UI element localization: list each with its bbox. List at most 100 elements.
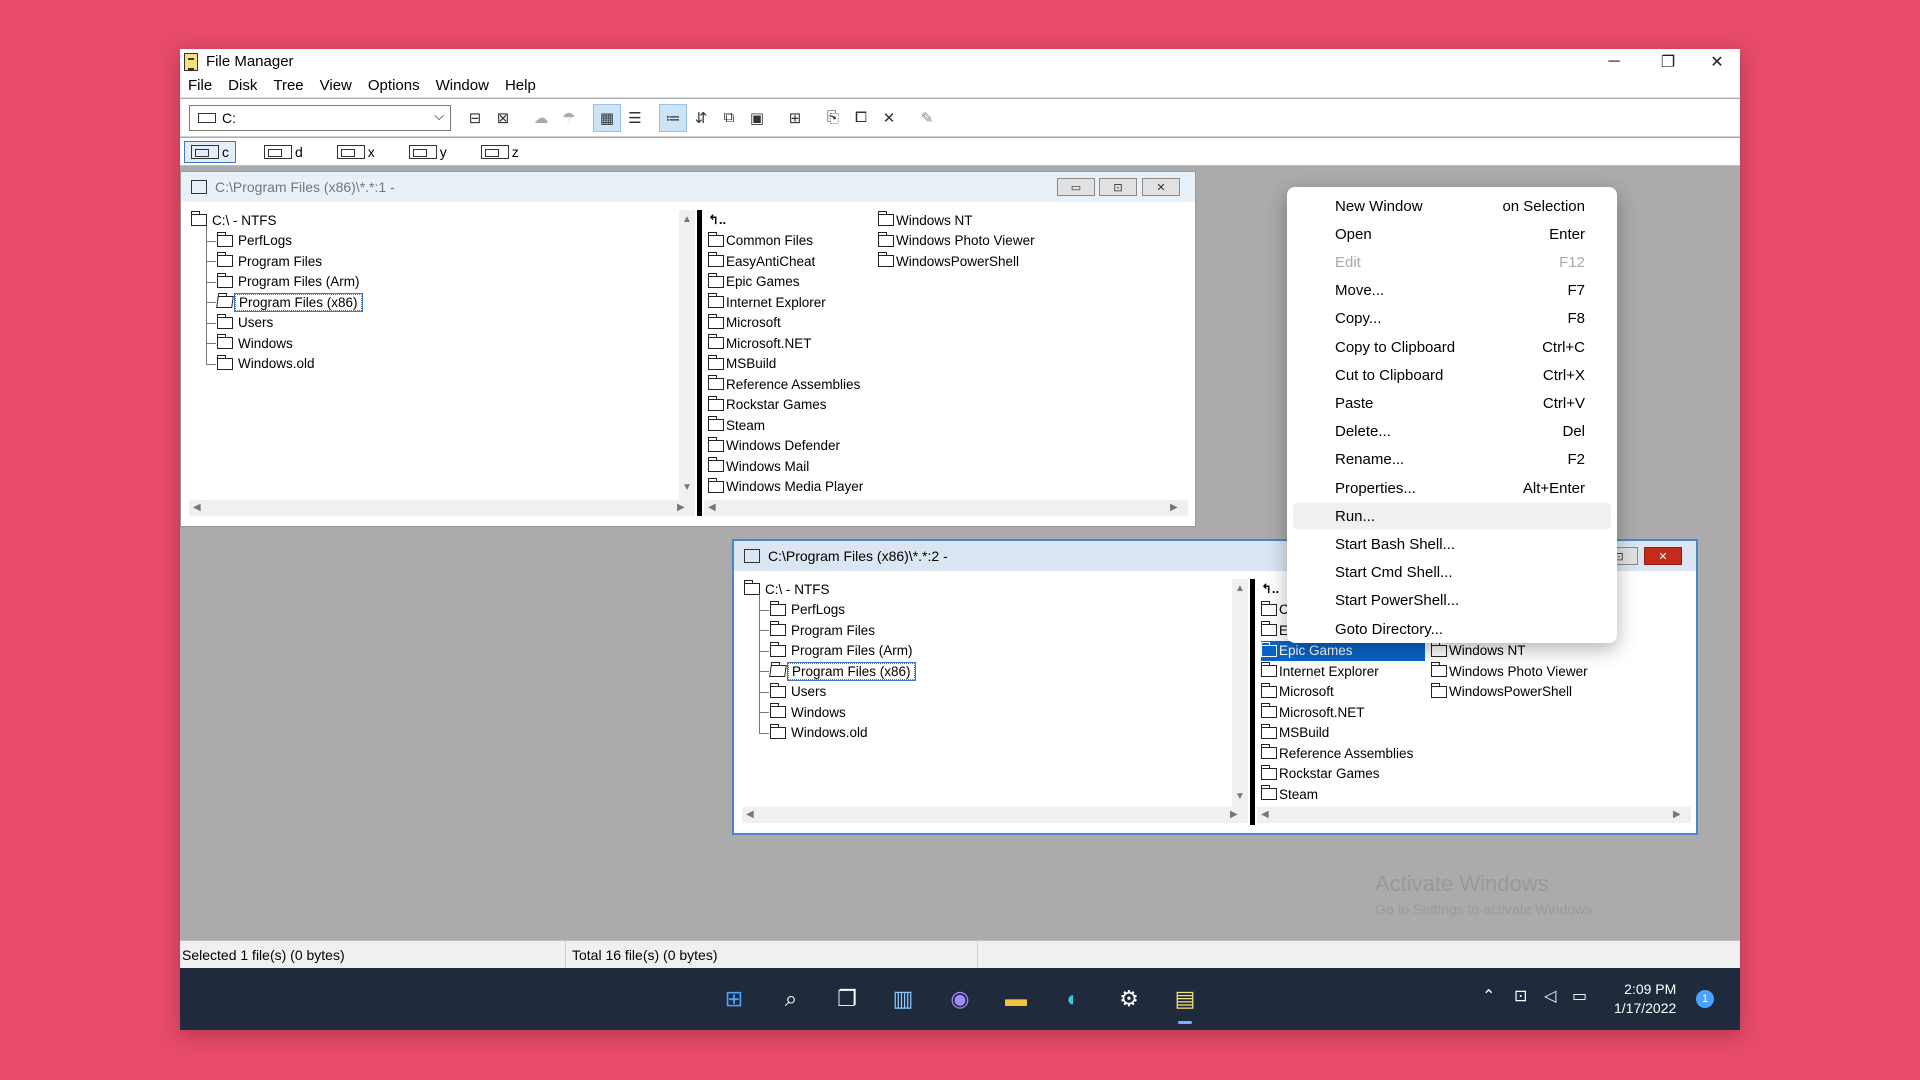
- tree-item[interactable]: Program Files: [217, 251, 325, 271]
- volume-icon[interactable]: ◁: [1544, 986, 1556, 1006]
- context-menu-item[interactable]: Rename... F2: [1293, 447, 1611, 473]
- file-pane[interactable]: ↰.. Common Files EasyAntiCheat Epic Games In…: [704, 210, 1188, 500]
- menu-disk[interactable]: Disk: [220, 77, 265, 94]
- network-icon[interactable]: ⊡: [1514, 986, 1527, 1006]
- file-item[interactable]: EasyAntiCheat: [708, 251, 815, 271]
- file-item[interactable]: Windows Photo Viewer: [878, 231, 1035, 251]
- start-icon[interactable]: ⊞: [717, 982, 751, 1016]
- child-close-button[interactable]: ✕: [1142, 178, 1180, 196]
- tree-pane[interactable]: C:\ - NTFS PerfLogs Program Files Program F…: [742, 579, 1232, 807]
- file-item[interactable]: Internet Explorer: [1261, 661, 1379, 681]
- file-item[interactable]: Common Files: [708, 231, 813, 251]
- scroll-down-icon[interactable]: ▼: [682, 482, 692, 493]
- menu-view[interactable]: View: [312, 77, 360, 94]
- file-item[interactable]: Rockstar Games: [708, 395, 827, 415]
- tree-item[interactable]: Users: [770, 682, 829, 702]
- file-item[interactable]: Microsoft.NET: [1261, 702, 1365, 722]
- context-menu-item[interactable]: Open Enter: [1293, 221, 1611, 247]
- tree-item[interactable]: Windows.old: [770, 723, 871, 743]
- context-menu-item[interactable]: Start PowerShell...: [1293, 588, 1611, 614]
- tree-vertical-scrollbar[interactable]: ▲ ▼: [1232, 579, 1248, 807]
- steam-icon[interactable]: ⚙: [1112, 982, 1146, 1016]
- menu-window[interactable]: Window: [428, 77, 497, 94]
- delete-icon[interactable]: ✕: [875, 104, 903, 132]
- menu-options[interactable]: Options: [360, 77, 428, 94]
- scroll-up-icon[interactable]: ▲: [1235, 583, 1245, 594]
- share-icon[interactable]: ☁: [527, 104, 555, 132]
- file-item[interactable]: C: [1261, 600, 1289, 620]
- file-item[interactable]: MSBuild: [1261, 723, 1329, 743]
- file-item[interactable]: Epic Games: [1261, 640, 1425, 661]
- parent-directory-item[interactable]: ↰..: [708, 210, 726, 230]
- file-explorer-icon[interactable]: ▬: [999, 982, 1033, 1016]
- tree-item[interactable]: Windows.old: [217, 354, 318, 374]
- scroll-up-icon[interactable]: ▲: [682, 214, 692, 225]
- file-item[interactable]: Reference Assemblies: [708, 374, 860, 394]
- file-item[interactable]: Windows NT: [1431, 641, 1526, 661]
- move-icon[interactable]: ⧠: [847, 104, 875, 132]
- tree-horizontal-scrollbar[interactable]: ◀ ▶: [189, 500, 695, 516]
- file-item[interactable]: WindowsPowerShell: [878, 251, 1019, 271]
- scroll-right-icon[interactable]: ▶: [1673, 809, 1681, 820]
- scroll-right-icon[interactable]: ▶: [1170, 502, 1178, 513]
- file-item[interactable]: Reference Assemblies: [1261, 743, 1413, 763]
- file-item[interactable]: Microsoft: [1261, 682, 1334, 702]
- context-menu-item[interactable]: Run...: [1293, 503, 1611, 530]
- context-menu-item[interactable]: Paste Ctrl+V: [1293, 390, 1611, 416]
- scroll-left-icon[interactable]: ◀: [708, 502, 716, 513]
- directory-window-1-titlebar[interactable]: C:\Program Files (x86)\*.*:1 - ▭ ⊡ ✕: [181, 172, 1195, 202]
- pane-splitter[interactable]: [1250, 579, 1255, 825]
- scroll-right-icon[interactable]: ▶: [1230, 809, 1238, 820]
- minimize-button[interactable]: ─: [1591, 49, 1637, 74]
- tree-item[interactable]: Program Files (Arm): [770, 641, 916, 661]
- properties-icon[interactable]: ▣: [743, 104, 771, 132]
- pane-splitter[interactable]: [697, 210, 702, 516]
- file-item[interactable]: Windows Mail: [708, 456, 809, 476]
- copy-icon[interactable]: ⎘: [819, 104, 847, 132]
- menu-file[interactable]: File: [180, 77, 220, 94]
- child-maximize-button[interactable]: ⊡: [1099, 178, 1137, 196]
- drive-select[interactable]: C: ⌵: [189, 104, 451, 131]
- scroll-down-icon[interactable]: ▼: [1235, 791, 1245, 802]
- scroll-left-icon[interactable]: ◀: [1261, 809, 1269, 820]
- tree-item[interactable]: Users: [217, 313, 276, 333]
- file-item[interactable]: Windows Defender: [708, 436, 840, 456]
- widgets-icon[interactable]: ▥: [886, 982, 920, 1016]
- file-item[interactable]: Microsoft: [708, 313, 781, 333]
- context-menu-item[interactable]: Properties... Alt+Enter: [1293, 475, 1611, 501]
- parent-directory-item[interactable]: ↰..: [1261, 579, 1279, 599]
- file-item[interactable]: Microsoft.NET: [708, 333, 812, 353]
- task-view-icon[interactable]: ❐: [830, 982, 864, 1016]
- directory-window-1[interactable]: C:\Program Files (x86)\*.*:1 - ▭ ⊡ ✕ C:\…: [180, 171, 1196, 527]
- file-item[interactable]: Rockstar Games: [1261, 764, 1380, 784]
- sort-by-type-icon[interactable]: ⇵: [687, 104, 715, 132]
- file-item[interactable]: Windows NT: [878, 210, 973, 230]
- edge-icon[interactable]: ◐: [1056, 982, 1090, 1016]
- files-horizontal-scrollbar[interactable]: ◀ ▶: [1257, 807, 1691, 823]
- menu-tree[interactable]: Tree: [265, 77, 311, 94]
- tree-pane[interactable]: C:\ - NTFS PerfLogs Program Files Program F…: [189, 210, 679, 500]
- title-bar[interactable]: File Manager ─ ❐ ✕: [180, 49, 1740, 74]
- drive-z-button[interactable]: z: [475, 141, 525, 163]
- all-details-icon[interactable]: ☰: [621, 104, 649, 132]
- by-name-icon[interactable]: ▦: [593, 103, 621, 132]
- tree-item[interactable]: Program Files (Arm): [217, 272, 363, 292]
- context-menu-item[interactable]: Cut to Clipboard Ctrl+X: [1293, 362, 1611, 388]
- context-menu-item[interactable]: Start Bash Shell...: [1293, 531, 1611, 557]
- file-item[interactable]: MSBuild: [708, 354, 776, 374]
- disconnect-drive-icon[interactable]: ⊠: [489, 104, 517, 132]
- tree-item[interactable]: C:\ - NTFS: [744, 579, 833, 599]
- close-button[interactable]: ✕: [1694, 49, 1740, 74]
- tree-item[interactable]: Program Files (x86): [216, 292, 363, 312]
- file-item[interactable]: E: [1261, 620, 1288, 640]
- drive-c-button[interactable]: c: [184, 140, 236, 163]
- drive-y-button[interactable]: y: [403, 141, 453, 163]
- context-menu-item[interactable]: New Window on Selection: [1293, 193, 1611, 219]
- run-icon[interactable]: ✎: [913, 104, 941, 132]
- file-item[interactable]: Steam: [708, 415, 765, 435]
- tree-item[interactable]: Program Files: [770, 620, 878, 640]
- tree-item[interactable]: PerfLogs: [217, 231, 295, 251]
- drive-d-button[interactable]: d: [258, 141, 309, 163]
- menu-help[interactable]: Help: [497, 77, 544, 94]
- file-item[interactable]: Epic Games: [708, 272, 800, 292]
